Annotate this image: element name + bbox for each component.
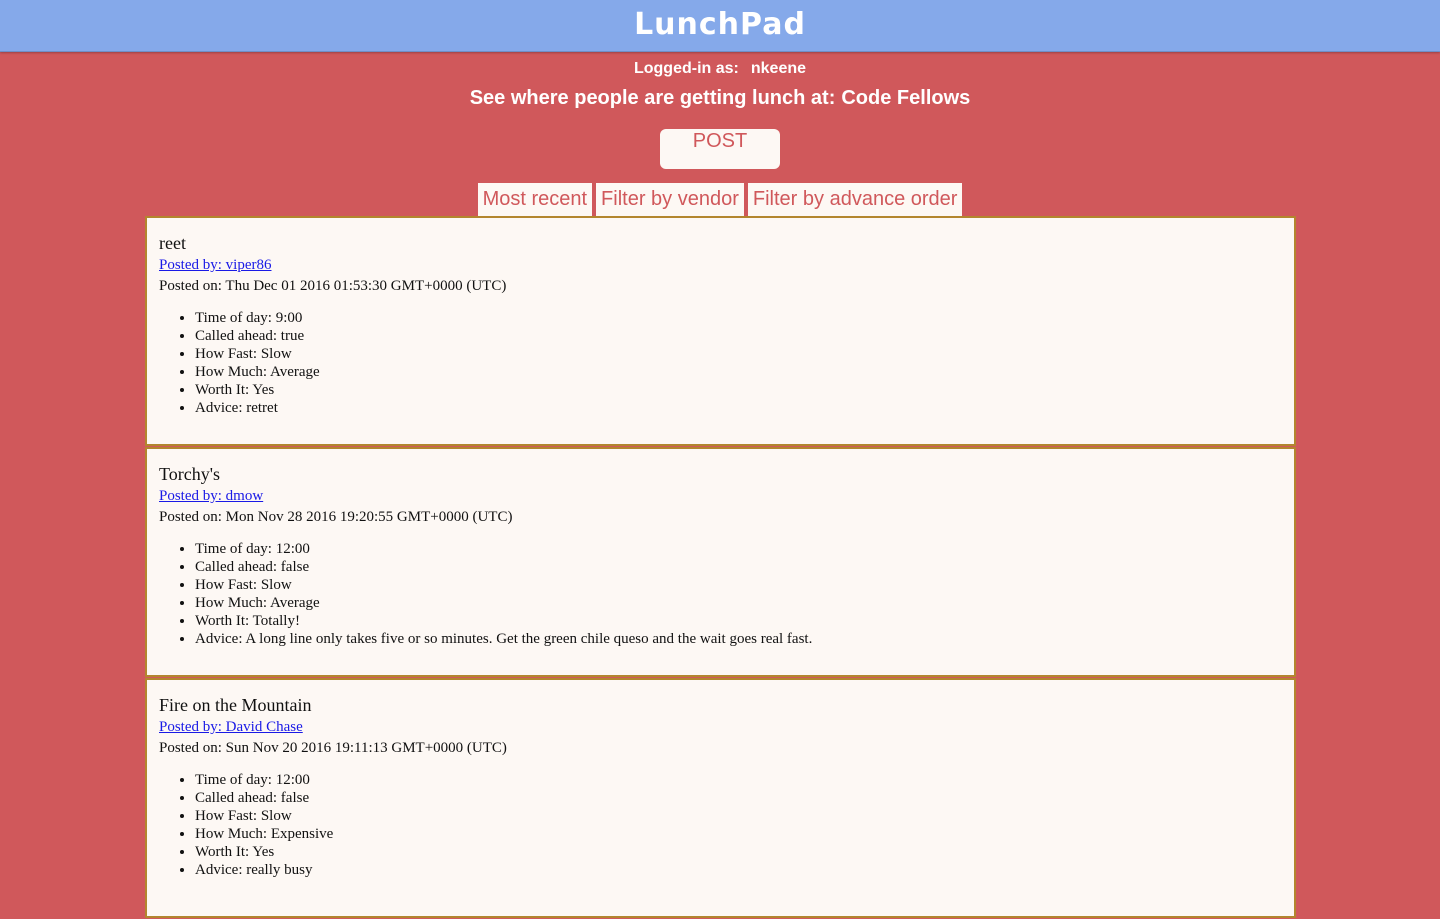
posts-list: reet Posted by: viper86 Posted on: Thu D… <box>145 216 1296 919</box>
detail-worth-it: Worth It: Totally! <box>195 612 1282 630</box>
location-heading: See where people are getting lunch at: Co… <box>0 86 1440 110</box>
post-details-list: Time of day: 9:00 Called ahead: true How… <box>159 309 1282 417</box>
detail-how-fast: How Fast: Slow <box>195 576 1282 594</box>
detail-how-fast: How Fast: Slow <box>195 345 1282 363</box>
detail-advice: Advice: A long line only takes five or s… <box>195 630 1282 648</box>
post-card: reet Posted by: viper86 Posted on: Thu D… <box>145 216 1296 446</box>
app-logo[interactable]: LunchPad <box>634 9 806 40</box>
post-date: Posted on: Thu Dec 01 2016 01:53:30 GMT+… <box>159 278 507 294</box>
detail-called-ahead: Called ahead: false <box>195 789 1282 807</box>
post-date: Posted on: Mon Nov 28 2016 19:20:55 GMT+… <box>159 509 513 525</box>
filter-most-recent-button[interactable]: Most recent <box>477 183 593 216</box>
post-author-link[interactable]: Posted by: viper86 <box>159 255 272 275</box>
post-button[interactable]: POST <box>660 129 780 169</box>
detail-time-of-day: Time of day: 12:00 <box>195 771 1282 789</box>
detail-how-much: How Much: Average <box>195 594 1282 612</box>
post-details-list: Time of day: 12:00 Called ahead: false H… <box>159 771 1282 879</box>
top-header-bar: LunchPad <box>0 0 1440 52</box>
filter-by-vendor-button[interactable]: Filter by vendor <box>596 183 744 216</box>
detail-worth-it: Worth It: Yes <box>195 843 1282 861</box>
post-title: Fire on the Mountain <box>159 695 312 715</box>
username: nkeene <box>750 60 807 77</box>
location-prompt: See where people are getting lunch at: <box>469 87 836 109</box>
detail-advice: Advice: retret <box>195 399 1282 417</box>
post-title: reet <box>159 233 186 253</box>
detail-how-fast: How Fast: Slow <box>195 807 1282 825</box>
detail-time-of-day: Time of day: 12:00 <box>195 540 1282 558</box>
detail-how-much: How Much: Expensive <box>195 825 1282 843</box>
post-title: Torchy's <box>159 464 220 484</box>
detail-how-much: How Much: Average <box>195 363 1282 381</box>
location-name: Code Fellows <box>841 87 971 109</box>
post-author-link[interactable]: Posted by: David Chase <box>159 717 303 737</box>
filter-by-advance-order-button[interactable]: Filter by advance order <box>747 183 963 216</box>
post-card: Fire on the Mountain Posted by: David Ch… <box>145 678 1296 918</box>
logged-in-label: Logged-in as: <box>633 60 739 77</box>
post-card: Torchy's Posted by: dmow Posted on: Mon … <box>145 447 1296 677</box>
detail-advice: Advice: really busy <box>195 861 1282 879</box>
post-date: Posted on: Sun Nov 20 2016 19:11:13 GMT+… <box>159 740 507 756</box>
detail-worth-it: Worth It: Yes <box>195 381 1282 399</box>
post-details-list: Time of day: 12:00 Called ahead: false H… <box>159 540 1282 648</box>
detail-called-ahead: Called ahead: true <box>195 327 1282 345</box>
filter-bar: Most recent Filter by vendor Filter by a… <box>0 183 1440 216</box>
detail-called-ahead: Called ahead: false <box>195 558 1282 576</box>
detail-time-of-day: Time of day: 9:00 <box>195 309 1282 327</box>
login-status: Logged-in as: nkeene <box>0 59 1440 79</box>
post-author-link[interactable]: Posted by: dmow <box>159 486 263 506</box>
